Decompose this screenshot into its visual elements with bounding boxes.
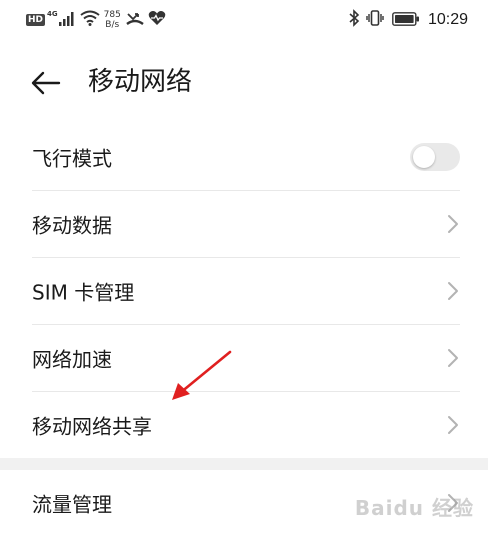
app-header: 移动网络 (0, 52, 488, 112)
bluetooth-icon (348, 9, 360, 31)
data-usage-label: 流量管理 (32, 492, 112, 517)
settings-list: 飞行模式 移动数据 SIM 卡管理 网络加速 移动网络共享 流量管理 (0, 124, 488, 536)
baidu-watermark: Baidu 经验 (354, 496, 474, 520)
status-bar-left: HD 4G 785 B/s (26, 9, 166, 31)
airplane-mode-toggle[interactable] (410, 143, 460, 171)
chevron-right-icon (448, 215, 458, 233)
page-title: 移动网络 (88, 67, 193, 97)
network-type-label: 4G (47, 10, 58, 18)
airplane-mode-row[interactable]: 飞行模式 (32, 124, 460, 191)
wifi-icon (80, 10, 100, 30)
chevron-right-icon (448, 349, 458, 367)
mobile-data-label: 移动数据 (32, 213, 112, 238)
chevron-right-icon (448, 282, 458, 300)
mobile-data-row[interactable]: 移动数据 (32, 191, 460, 258)
network-acceleration-row[interactable]: 网络加速 (32, 325, 460, 392)
back-arrow-icon (31, 71, 61, 95)
network-speed-value: 785 (103, 10, 121, 20)
section-divider (0, 458, 488, 470)
status-bar-right: 10:29 (348, 9, 468, 31)
network-speed-unit: B/s (105, 20, 120, 30)
airplane-mode-label: 飞行模式 (32, 146, 112, 171)
battery-icon (392, 11, 420, 30)
toggle-knob (413, 146, 435, 168)
status-bar-time: 10:29 (427, 11, 468, 28)
mobile-hotspot-row[interactable]: 移动网络共享 (32, 392, 460, 458)
mobile-hotspot-label: 移动网络共享 (32, 414, 152, 439)
missed-call-icon (126, 10, 144, 30)
chevron-right-icon (448, 416, 458, 434)
sim-card-management-row[interactable]: SIM 卡管理 (32, 258, 460, 325)
sim-card-management-label: SIM 卡管理 (32, 280, 135, 305)
status-bar: HD 4G 785 B/s 10:29 (0, 0, 488, 40)
network-speed: 785 B/s (104, 10, 121, 30)
hd-badge: HD (26, 14, 46, 26)
heart-rate-icon (148, 10, 166, 30)
back-button[interactable] (28, 65, 64, 101)
vibrate-icon (366, 9, 384, 31)
signal-icon (58, 11, 75, 30)
network-acceleration-label: 网络加速 (32, 347, 112, 372)
